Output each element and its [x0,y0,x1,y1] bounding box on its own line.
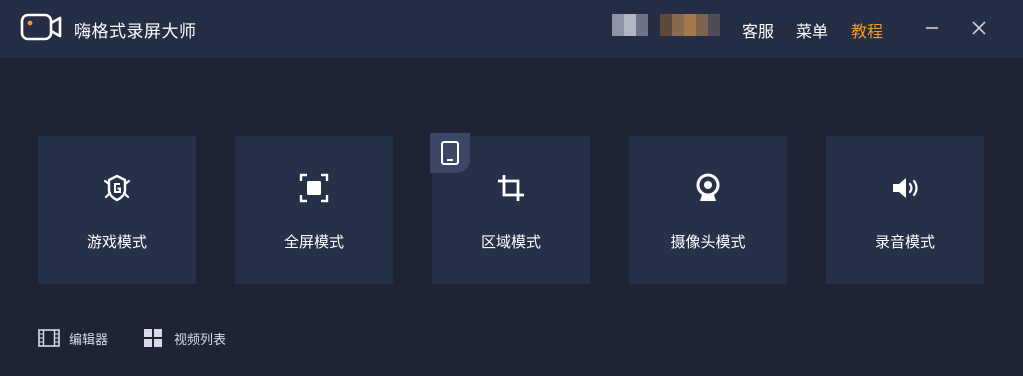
game-mode-label: 游戏模式 [86,233,147,251]
fullscreen-mode-label: 全屏模式 [283,233,344,251]
audio-mode-label: 录音模式 [874,233,935,251]
editor-label: 编辑器 [69,332,109,348]
tutorial-link[interactable]: 教程 [851,18,883,42]
webcam-icon [696,173,720,201]
speaker-icon [893,178,918,198]
film-strip-icon [38,329,60,347]
audio-mode-card[interactable]: 录音模式 [826,136,984,284]
title-bar: 嗨格式录屏大师 客服 菜单 教程 [0,0,1023,58]
close-icon[interactable] [967,16,991,40]
grid-icon [144,329,162,347]
fullscreen-mode-card[interactable]: 全屏模式 [235,136,393,284]
app-title: 嗨格式录屏大师 [74,22,197,42]
account-name-blurred[interactable] [660,14,720,36]
camera-logo-icon [20,13,62,41]
account-avatar-blurred[interactable] [612,14,648,36]
menu-link[interactable]: 菜单 [796,18,828,42]
webcam-mode-card[interactable]: 摄像头模式 [629,136,787,284]
crop-icon [498,175,524,201]
minimize-icon[interactable] [920,16,944,40]
tablet-icon [441,141,459,165]
webcam-mode-label: 摄像头模式 [670,233,746,251]
region-mode-badge[interactable] [430,133,470,173]
region-mode-label: 区域模式 [480,233,541,251]
game-shield-icon [103,174,131,202]
fullscreen-icon [299,173,329,203]
video-list-button[interactable]: 视频列表 [143,327,226,349]
game-mode-card[interactable]: 游戏模式 [38,136,196,284]
video-list-label: 视频列表 [174,332,227,348]
customer-service-link[interactable]: 客服 [742,18,774,42]
editor-button[interactable]: 编辑器 [38,327,108,349]
